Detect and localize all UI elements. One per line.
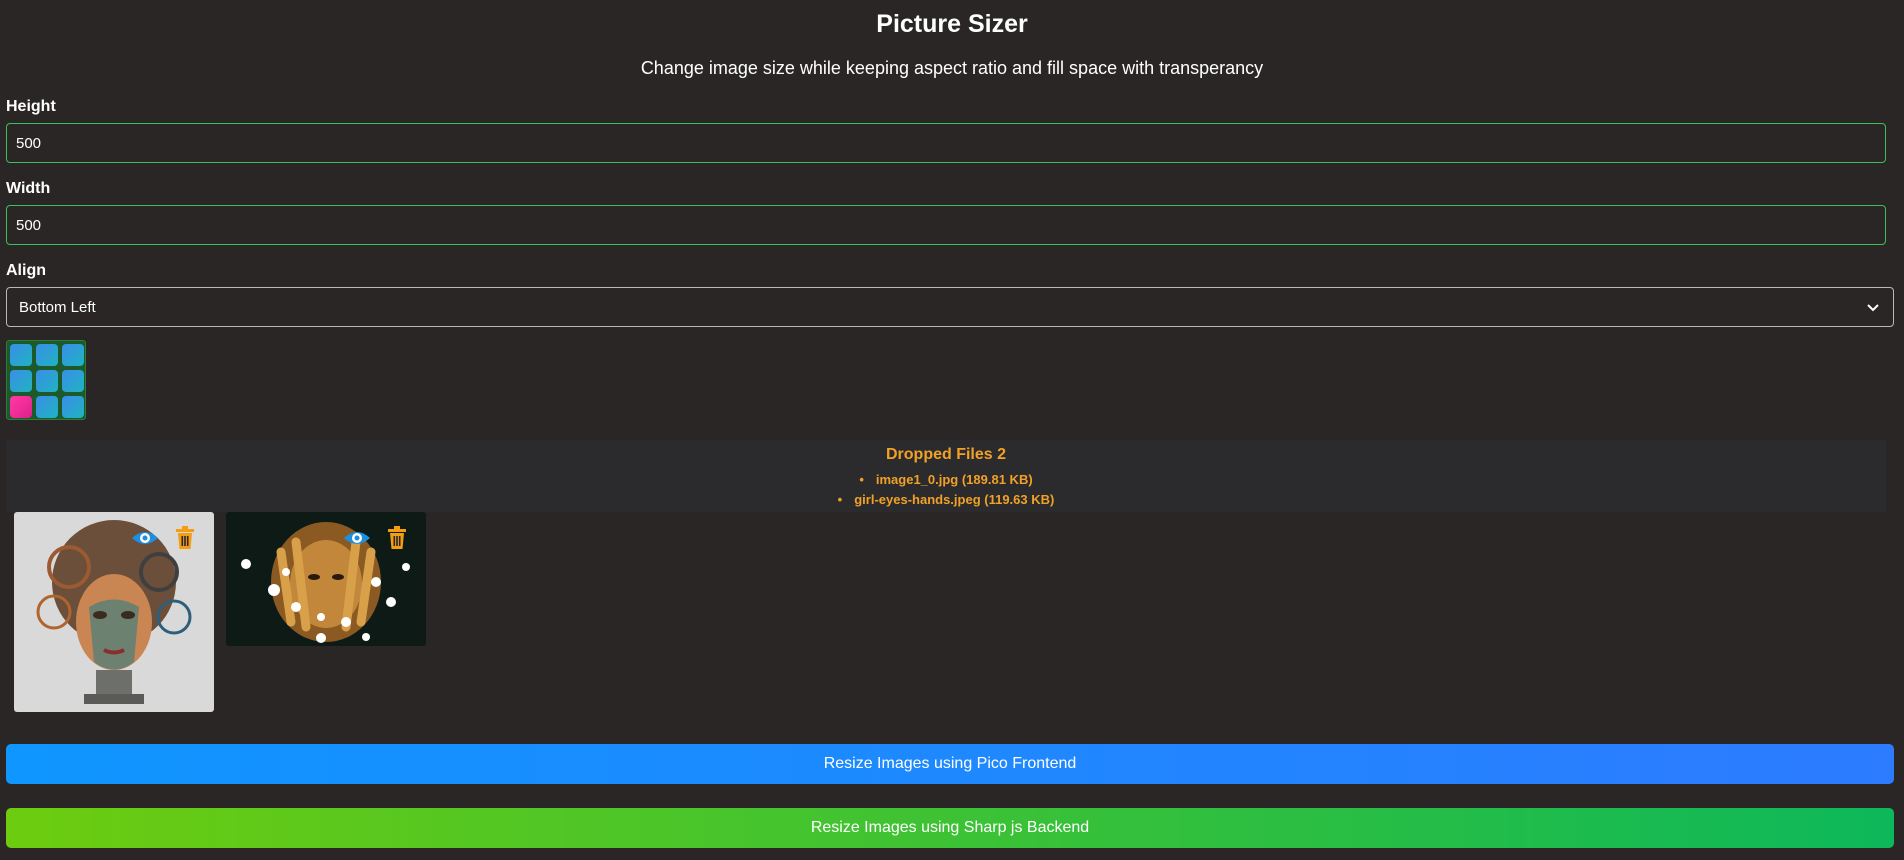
page-subtitle: Change image size while keeping aspect r… <box>640 58 1264 78</box>
list-item: • image1_0.jpg (189.81 KB) <box>859 472 1033 487</box>
align-select[interactable]: Bottom Left <box>6 287 1894 327</box>
align-grid <box>6 340 86 420</box>
resize-pico-button[interactable]: Resize Images using Pico Frontend <box>6 744 1894 784</box>
align-cell-middle-left[interactable] <box>10 370 32 392</box>
align-cell-top-center[interactable] <box>36 344 58 366</box>
align-label: Align <box>6 262 46 279</box>
align-select-value: Bottom Left <box>19 298 96 316</box>
align-cell-bottom-right[interactable] <box>62 396 84 418</box>
thumbnail-2 <box>226 512 426 646</box>
align-cell-top-right[interactable] <box>62 344 84 366</box>
dropped-files-list: • image1_0.jpg (189.81 KB) • girl-eyes-han… <box>6 470 1886 510</box>
trash-icon[interactable] <box>386 526 408 550</box>
height-label: Height <box>6 98 56 115</box>
list-item: • girl-eyes-hands.jpeg (119.63 KB) <box>837 492 1055 507</box>
chevron-down-icon <box>1867 304 1879 312</box>
eye-icon[interactable] <box>130 526 160 550</box>
trash-icon[interactable] <box>174 526 196 550</box>
width-input[interactable] <box>6 205 1886 245</box>
file-name: image1_0.jpg (189.81 KB) <box>875 472 1033 487</box>
thumbnail-1 <box>14 512 214 712</box>
align-cell-middle-right[interactable] <box>62 370 84 392</box>
dropzone-title: Dropped Files 2 <box>885 446 1007 463</box>
align-cell-middle-center[interactable] <box>36 370 58 392</box>
file-name: girl-eyes-hands.jpeg (119.63 KB) <box>854 492 1055 507</box>
height-input[interactable] <box>6 123 1886 163</box>
align-cell-top-left[interactable] <box>10 344 32 366</box>
align-cell-bottom-left[interactable] <box>10 396 32 418</box>
dropzone[interactable]: Dropped Files 2 • image1_0.jpg (189.81 KB… <box>6 440 1886 512</box>
eye-icon[interactable] <box>342 526 372 550</box>
align-cell-bottom-center[interactable] <box>36 396 58 418</box>
page-title: Picture Sizer <box>876 10 1028 38</box>
width-label: Width <box>6 180 51 197</box>
resize-sharp-button[interactable]: Resize Images using Sharp js Backend <box>6 808 1894 848</box>
